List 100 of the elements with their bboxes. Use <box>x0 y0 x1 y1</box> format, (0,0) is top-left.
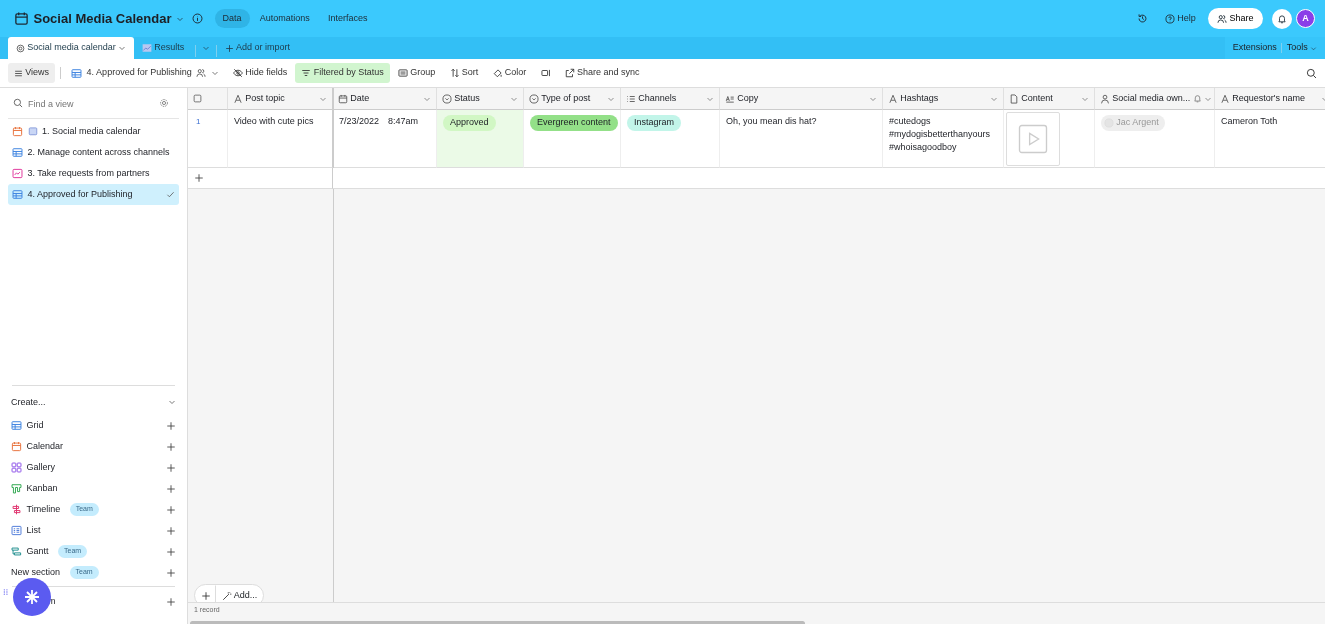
form-icon <box>12 167 23 179</box>
user-icon <box>1100 93 1110 104</box>
plus-icon[interactable] <box>194 173 204 183</box>
long-text-icon <box>725 93 735 104</box>
info-icon[interactable] <box>191 13 203 24</box>
chevron-down-icon[interactable] <box>118 44 127 52</box>
filter-icon <box>301 68 312 78</box>
view-label[interactable]: 2. Manage content across channels <box>27 145 175 159</box>
column-header[interactable]: Type of post <box>541 91 605 106</box>
plus-icon[interactable] <box>166 525 176 536</box>
add-or-import-button[interactable]: Add or import <box>216 37 299 59</box>
extensions-link[interactable]: Extensions <box>1232 41 1277 55</box>
column-header[interactable]: Date <box>350 91 421 106</box>
grid-icon <box>11 420 22 431</box>
checkbox-icon[interactable] <box>193 94 202 103</box>
text-field-icon <box>888 93 898 104</box>
view-switcher[interactable]: 4. Approved for Publishing <box>65 63 225 83</box>
nav-tab[interactable]: Interfaces <box>320 8 376 29</box>
column-header[interactable]: Status <box>454 91 508 106</box>
create-item[interactable]: Calendar <box>26 439 64 454</box>
hashtag-text: #cutedogs <box>889 115 932 128</box>
column-header[interactable]: Social media own... <box>1112 91 1191 106</box>
plus-icon[interactable] <box>166 567 176 578</box>
gear-icon[interactable] <box>159 98 169 108</box>
plus-icon <box>200 590 211 601</box>
share-button[interactable]: Share <box>1208 7 1263 30</box>
row-number: 1 <box>195 117 201 126</box>
view-item[interactable]: 3. Take requests from partners <box>8 162 179 184</box>
table-cell: Cameron Toth <box>1221 116 1278 126</box>
plus-icon[interactable] <box>166 462 176 473</box>
chevron-down-icon[interactable] <box>168 398 176 407</box>
nav-tab[interactable]: Automations <box>251 8 318 29</box>
gallery-icon <box>11 462 22 473</box>
create-item[interactable]: List <box>26 523 41 538</box>
time-text: 8:47am <box>388 115 419 128</box>
create-item[interactable]: New section <box>11 565 61 580</box>
scrollbar[interactable] <box>190 620 805 624</box>
plus-icon[interactable] <box>166 420 176 431</box>
view-item[interactable]: 2. Manage content across channels <box>8 141 179 163</box>
plus-icon[interactable] <box>166 546 176 557</box>
column-header[interactable]: Hashtags <box>900 91 988 106</box>
grid-icon <box>12 146 23 158</box>
view-label[interactable]: 3. Take requests from partners <box>27 166 175 180</box>
select-field-icon <box>442 93 452 104</box>
drag-handle-icon[interactable] <box>3 586 10 598</box>
toolbar-button[interactable]: Filtered by Status <box>295 63 390 83</box>
create-item[interactable]: Grid <box>26 418 44 433</box>
create-item[interactable]: Kanban <box>26 481 58 496</box>
base-title[interactable]: Social Media Calendar <box>33 8 172 29</box>
video-thumbnail[interactable] <box>1006 112 1060 166</box>
calendar-icon <box>338 93 348 104</box>
toolbar-button[interactable]: Group <box>392 63 442 83</box>
help-icon <box>1164 13 1175 24</box>
help-button[interactable]: Help <box>1156 8 1204 29</box>
plus-icon[interactable] <box>166 483 176 494</box>
toolbar-button[interactable]: Sort <box>443 63 485 83</box>
create-item[interactable]: Timeline <box>26 502 61 517</box>
row-height-icon <box>540 68 551 78</box>
create-item[interactable]: Gallery <box>26 460 55 475</box>
column-header[interactable]: Content <box>1021 91 1079 106</box>
calendar-icon <box>12 125 23 137</box>
column-header[interactable]: Requestor's name <box>1232 91 1319 106</box>
table-cell: Oh, you mean dis hat? <box>726 116 817 126</box>
calendar-icon <box>27 126 38 137</box>
toolbar-button[interactable]: Color <box>486 63 533 83</box>
group-icon <box>398 68 408 78</box>
search-icon[interactable] <box>1306 67 1317 79</box>
plus-icon <box>224 43 234 53</box>
column-header[interactable]: Copy <box>737 91 867 106</box>
file-icon <box>1009 93 1019 104</box>
people-icon <box>1217 13 1228 24</box>
plus-icon[interactable] <box>166 504 176 515</box>
avatar[interactable]: A <box>1296 9 1315 28</box>
tools-menu[interactable]: Tools <box>1286 41 1317 55</box>
notifications-button[interactable] <box>1271 8 1292 29</box>
magic-wand-icon <box>221 590 232 601</box>
column-header[interactable]: Channels <box>638 91 704 106</box>
menu-icon <box>14 68 23 78</box>
plus-icon[interactable] <box>166 441 176 452</box>
view-label[interactable]: 4. Approved for Publishing <box>27 187 162 201</box>
text-field-icon <box>1220 93 1230 104</box>
chevron-down-icon[interactable] <box>210 69 219 77</box>
views-button[interactable]: Views <box>8 63 56 83</box>
view-label[interactable]: 1. Social media calendar <box>42 124 175 138</box>
toolbar-button[interactable]: Hide fields <box>226 63 294 83</box>
history-icon[interactable] <box>1136 13 1148 24</box>
nav-tab[interactable]: Data <box>214 8 250 29</box>
table-tab[interactable]: Results <box>134 37 193 59</box>
toolbar-button[interactable]: Share and sync <box>558 63 646 83</box>
create-item[interactable]: Gantt <box>26 544 49 559</box>
view-item[interactable]: 4. Approved for Publishing <box>8 183 179 205</box>
assistant-button[interactable] <box>13 578 51 616</box>
plus-icon[interactable] <box>166 596 176 607</box>
view-item[interactable]: 1. Social media calendar <box>8 120 179 142</box>
text-field-icon <box>233 93 243 104</box>
list-icon <box>626 93 636 104</box>
column-header[interactable]: Post topic <box>245 91 317 106</box>
table-tab[interactable]: Social media calendar <box>8 37 135 59</box>
tag: Evergreen content <box>530 115 618 131</box>
chevron-down-icon[interactable] <box>201 44 210 52</box>
